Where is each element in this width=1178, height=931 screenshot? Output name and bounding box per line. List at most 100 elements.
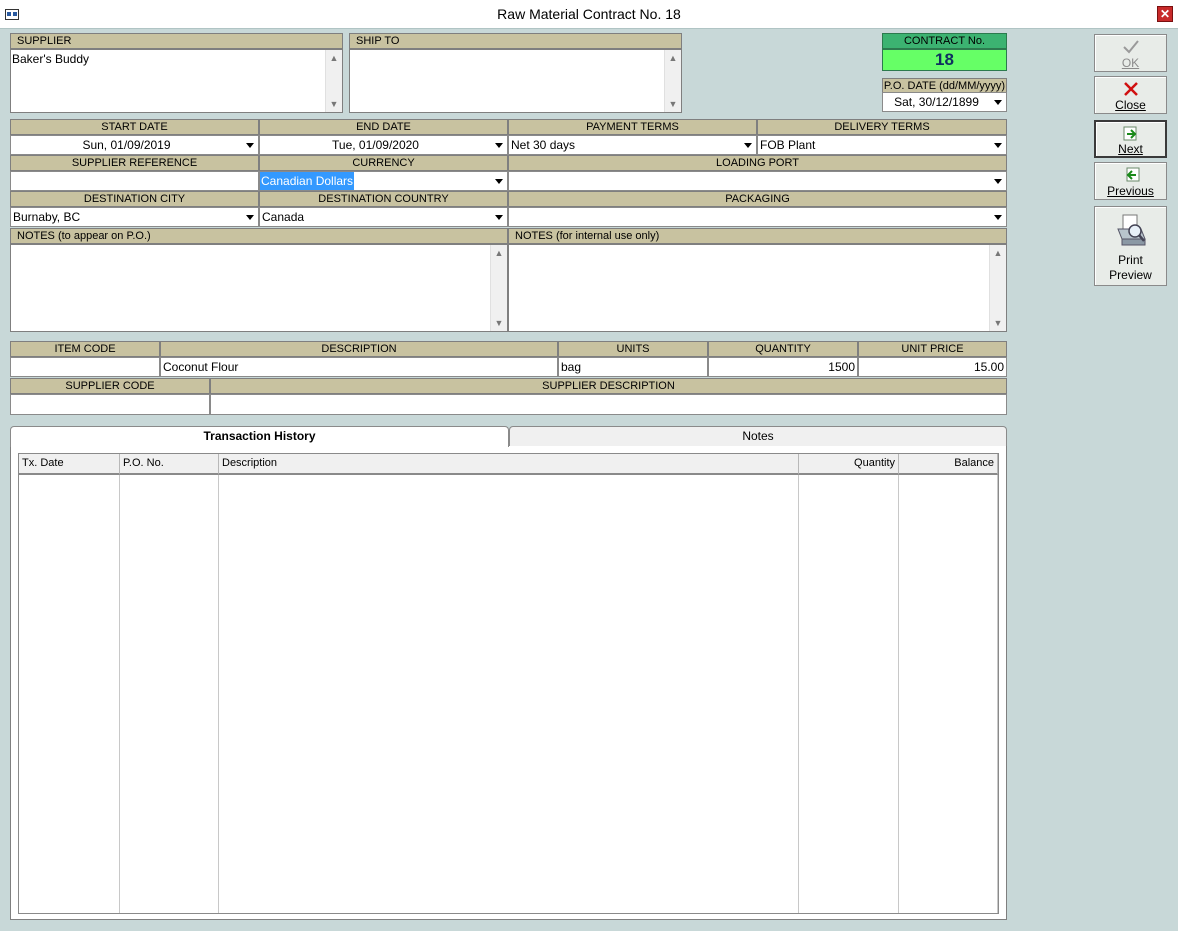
chevron-down-icon[interactable] [990,93,1006,111]
column-description [219,475,799,913]
print-preview-label-line1: Print [1118,253,1143,267]
currency-select[interactable]: Canadian Dollars [259,171,508,191]
scroll-up-icon[interactable]: ▲ [491,245,507,261]
payment-terms-select[interactable]: Net 30 days [508,135,757,155]
destination-country-label: DESTINATION COUNTRY [259,191,508,207]
print-preview-button[interactable]: Print Preview [1094,206,1167,286]
chevron-down-icon[interactable] [491,208,507,226]
item-units-input[interactable]: bag [558,357,708,377]
ship-to-scrollbar[interactable]: ▲ ▼ [664,50,681,112]
column-header-description[interactable]: Description [219,454,799,475]
contract-number-label: CONTRACT No. [882,33,1007,49]
print-preview-label-line2: Preview [1109,268,1152,282]
title-bar: Raw Material Contract No. 18 ✕ [0,0,1178,29]
item-description-label: DESCRIPTION [160,341,558,357]
item-unit-price-value: 15.00 [973,360,1004,374]
item-description-input[interactable]: Coconut Flour [160,357,558,377]
window-title: Raw Material Contract No. 18 [497,6,681,22]
item-description-value: Coconut Flour [163,360,239,374]
notes-po-scrollbar[interactable]: ▲ ▼ [490,245,507,331]
end-date-label: END DATE [259,119,508,135]
scroll-up-icon[interactable]: ▲ [326,50,342,66]
ok-button-label: OK [1121,56,1140,70]
column-header-po-no[interactable]: P.O. No. [120,454,219,475]
scroll-down-icon[interactable]: ▼ [990,315,1006,331]
start-date-picker[interactable]: Sun, 01/09/2019 [10,135,259,155]
transaction-history-table[interactable]: Tx. Date P.O. No. Description Quantity B… [18,453,999,914]
scroll-up-icon[interactable]: ▲ [990,245,1006,261]
end-date-value: Tue, 01/09/2020 [332,138,419,152]
chevron-down-icon[interactable] [242,136,258,154]
destination-country-value: Canada [262,210,305,224]
item-code-input[interactable] [10,357,160,377]
previous-button[interactable]: Previous [1094,162,1167,200]
next-button-label: Next [1118,142,1143,156]
ship-to-textarea[interactable]: ▲ ▼ [349,49,682,113]
item-unit-price-input[interactable]: 15.00 [858,357,1007,377]
item-quantity-label: QUANTITY [708,341,858,357]
scroll-up-icon[interactable]: ▲ [665,50,681,66]
payment-terms-value: Net 30 days [511,138,576,152]
notes-internal-textarea[interactable]: ▲ ▼ [508,244,1007,332]
previous-button-label: Previous [1107,184,1154,198]
destination-country-select[interactable]: Canada [259,207,508,227]
delivery-terms-label: DELIVERY TERMS [757,119,1007,135]
loading-port-label: LOADING PORT [508,155,1007,171]
destination-city-select[interactable]: Burnaby, BC [10,207,259,227]
chevron-down-icon[interactable] [242,208,258,226]
printer-icon [1117,214,1146,246]
loading-port-select[interactable] [508,171,1007,191]
window-close-button[interactable]: ✕ [1157,6,1173,22]
column-header-balance[interactable]: Balance [899,454,998,475]
chevron-down-icon[interactable] [740,136,756,154]
chevron-down-icon[interactable] [990,208,1006,226]
tab-notes[interactable]: Notes [509,426,1007,446]
delivery-terms-value: FOB Plant [760,138,816,152]
supplier-description-label: SUPPLIER DESCRIPTION [210,378,1007,394]
ok-button[interactable]: OK [1094,34,1167,72]
chevron-down-icon[interactable] [990,172,1006,190]
destination-city-label: DESTINATION CITY [10,191,259,207]
column-header-quantity[interactable]: Quantity [799,454,899,475]
notes-po-label: NOTES (to appear on P.O.) [10,228,508,244]
scroll-down-icon[interactable]: ▼ [326,96,342,112]
packaging-select[interactable] [508,207,1007,227]
supplier-code-label: SUPPLIER CODE [10,378,210,394]
red-x-icon [1124,82,1138,96]
po-date-value: Sat, 30/12/1899 [894,95,979,109]
start-date-value: Sun, 01/09/2019 [82,138,171,152]
ship-to-label: SHIP TO [349,33,682,49]
chevron-down-icon[interactable] [990,136,1006,154]
column-tx-date [19,475,120,913]
notes-po-textarea[interactable]: ▲ ▼ [10,244,508,332]
notes-internal-scrollbar[interactable]: ▲ ▼ [989,245,1006,331]
end-date-picker[interactable]: Tue, 01/09/2020 [259,135,508,155]
scroll-down-icon[interactable]: ▼ [491,315,507,331]
item-quantity-input[interactable]: 1500 [708,357,858,377]
currency-label: CURRENCY [259,155,508,171]
close-button[interactable]: Close [1094,76,1167,114]
payment-terms-label: PAYMENT TERMS [508,119,757,135]
supplier-value: Baker's Buddy [12,52,89,66]
delivery-terms-select[interactable]: FOB Plant [757,135,1007,155]
next-button[interactable]: Next [1094,120,1167,158]
supplier-textarea[interactable]: Baker's Buddy ▲ ▼ [10,49,343,113]
tab-transaction-history[interactable]: Transaction History [10,426,509,447]
supplier-code-input[interactable] [10,394,210,415]
supplier-scrollbar[interactable]: ▲ ▼ [325,50,342,112]
po-date-picker[interactable]: Sat, 30/12/1899 [882,92,1007,112]
column-quantity [799,475,899,913]
item-code-label: ITEM CODE [10,341,160,357]
column-header-tx-date[interactable]: Tx. Date [19,454,120,475]
currency-value: Canadian Dollars [260,172,355,190]
scroll-down-icon[interactable]: ▼ [665,96,681,112]
item-units-value: bag [561,360,582,374]
supplier-description-input[interactable] [210,394,1007,415]
chevron-down-icon[interactable] [491,136,507,154]
start-date-label: START DATE [10,119,259,135]
chevron-down-icon[interactable] [491,172,507,190]
column-po-no [120,475,219,913]
close-button-label: Close [1115,98,1146,112]
supplier-reference-input[interactable] [10,171,259,191]
notes-internal-label: NOTES (for internal use only) [508,228,1007,244]
